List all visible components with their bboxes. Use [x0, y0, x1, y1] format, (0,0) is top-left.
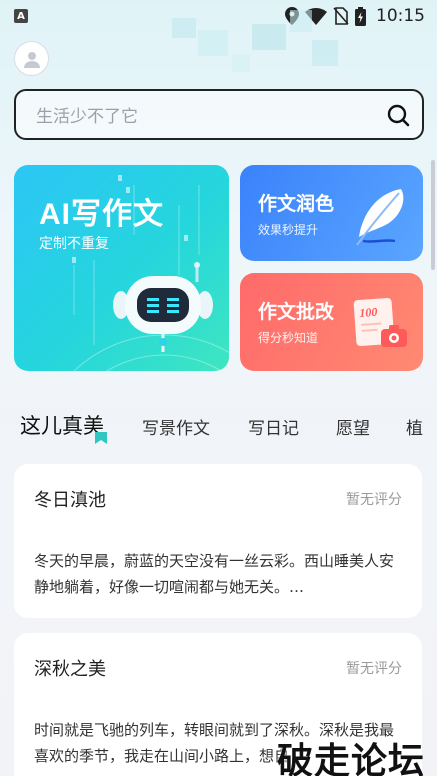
ai-write-card[interactable]: AI写作文 定制不重复: [14, 165, 229, 371]
status-time: 10:15: [376, 6, 425, 26]
avatar-icon: [23, 51, 40, 68]
article-title: 深秋之美: [34, 659, 106, 680]
scrollbar[interactable]: [431, 160, 435, 270]
score-badge: 100: [358, 304, 378, 320]
polish-card[interactable]: 作文润色 效果秒提升: [240, 165, 423, 261]
review-title: 作文批改: [258, 301, 335, 323]
ai-write-title: AI写作文: [39, 198, 164, 231]
article-rating: 暂无评分: [346, 661, 402, 677]
tab-wish[interactable]: 愿望: [336, 414, 370, 439]
search-input[interactable]: 生活少不了它: [36, 102, 386, 127]
review-subtitle: 得分秒知道: [258, 331, 319, 345]
notification-app-icon: A: [14, 9, 28, 23]
header-decoration: [172, 10, 338, 72]
article-card[interactable]: 冬日滇池 暂无评分 冬天的早晨，蔚蓝的天空没有一丝云彩。西山睡美人安静地躺着，好…: [14, 464, 422, 618]
tab-plant[interactable]: 植: [406, 414, 423, 439]
feather-icon: [356, 189, 404, 246]
review-card[interactable]: 作文批改 得分秒知道 100: [240, 273, 423, 371]
polish-title: 作文润色: [258, 193, 335, 215]
robot-icon: [113, 262, 213, 352]
category-tabs: 这儿真美 写景作文 写日记 愿望 植: [0, 408, 437, 444]
article-title: 冬日滇池: [34, 490, 106, 511]
watermark: 破走论坛: [276, 741, 425, 776]
article-excerpt: 冬天的早晨，蔚蓝的天空没有一丝云彩。西山睡美人安静地躺着，好像一切喧闹都与她无关…: [34, 552, 395, 596]
search-icon[interactable]: [386, 103, 410, 127]
article-rating: 暂无评分: [346, 492, 402, 508]
tab-this-is-beautiful[interactable]: 这儿真美: [20, 410, 104, 440]
ai-write-subtitle: 定制不重复: [39, 236, 109, 252]
active-tab-marker: [95, 432, 107, 444]
tab-scenery-essay[interactable]: 写景作文: [142, 414, 210, 439]
search-box[interactable]: 生活少不了它: [14, 89, 424, 140]
avatar[interactable]: [14, 41, 49, 76]
battery-icon: [355, 6, 366, 26]
tab-diary[interactable]: 写日记: [248, 414, 299, 439]
camera-icon: [381, 325, 407, 347]
polish-subtitle: 效果秒提升: [258, 223, 319, 237]
